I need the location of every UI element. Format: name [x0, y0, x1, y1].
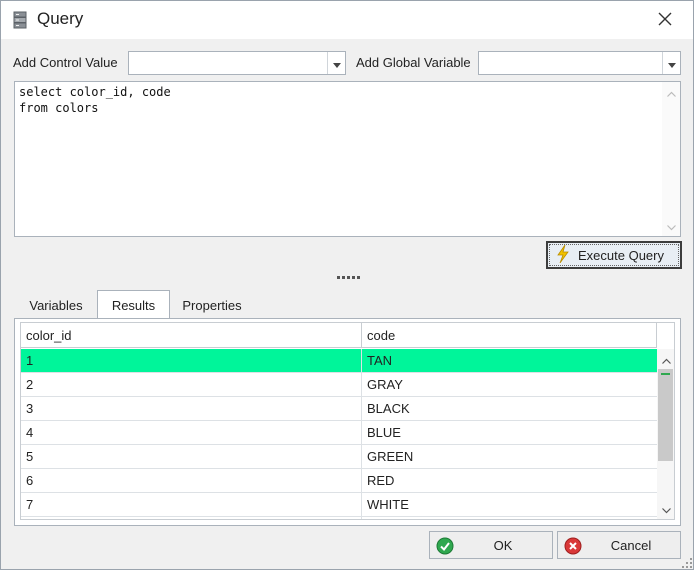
- cancel-button-label: Cancel: [610, 537, 652, 553]
- results-panel: color_id code 1 TAN 2 GRAY 3 BLACK 4 BLUE 5 GREEN…: [14, 318, 681, 526]
- table-row[interactable]: 5 GREEN: [21, 445, 657, 469]
- chevron-down-icon: [666, 219, 676, 234]
- grid-scrollbar[interactable]: [657, 349, 674, 519]
- scroll-up-arrow[interactable]: [662, 84, 680, 100]
- chevron-down-icon: [667, 56, 676, 71]
- sql-editor-scrollbar[interactable]: [662, 82, 680, 236]
- column-header-code[interactable]: code: [362, 323, 657, 348]
- cell-code[interactable]: TAN: [362, 349, 657, 372]
- ok-button[interactable]: OK: [429, 531, 553, 559]
- global-variable-label: Add Global Variable: [356, 55, 471, 70]
- query-dialog: Query Add Control Value Add Global Varia…: [0, 0, 694, 570]
- cell-color-id[interactable]: 4: [21, 421, 362, 444]
- tab-results[interactable]: Results: [97, 290, 170, 319]
- resize-grip-icon[interactable]: [681, 557, 693, 569]
- sql-text[interactable]: select color_id, code from colors: [19, 84, 171, 116]
- scroll-position-marker: [661, 373, 670, 375]
- table-row[interactable]: 8PURP: [21, 517, 657, 519]
- cell-code[interactable]: RED: [362, 469, 657, 492]
- cell-color-id[interactable]: 8: [21, 517, 362, 519]
- ok-button-label: OK: [493, 537, 513, 553]
- cell-color-id[interactable]: 3: [21, 397, 362, 420]
- cell-color-id[interactable]: 1: [21, 349, 362, 372]
- cell-color-id[interactable]: 2: [21, 373, 362, 396]
- cell-code[interactable]: WHITE: [362, 493, 657, 516]
- header-corner: [657, 323, 674, 348]
- global-variable-dropdown-button[interactable]: [662, 52, 680, 74]
- cell-color-id[interactable]: 7: [21, 493, 362, 516]
- table-row[interactable]: 1 TAN: [21, 349, 657, 373]
- chevron-up-icon: [661, 352, 671, 367]
- table-row[interactable]: 4 BLUE: [21, 421, 657, 445]
- tab-results-label: Results: [111, 297, 156, 313]
- tab-variables[interactable]: Variables: [15, 291, 97, 319]
- close-button[interactable]: [649, 5, 681, 35]
- sql-editor[interactable]: select color_id, code from colors: [14, 81, 681, 237]
- tab-variables-label: Variables: [29, 297, 83, 313]
- tab-properties-label: Properties: [182, 297, 242, 313]
- splitter-handle[interactable]: [335, 271, 361, 283]
- grid-header: color_id code: [21, 323, 674, 348]
- chevron-down-icon: [661, 502, 671, 517]
- cell-code[interactable]: BLACK: [362, 397, 657, 420]
- cell-color-id[interactable]: 6: [21, 469, 362, 492]
- cell-code[interactable]: PURP: [362, 517, 657, 519]
- control-value-label: Add Control Value: [13, 55, 118, 70]
- grid-scroll-thumb[interactable]: [658, 369, 673, 461]
- scroll-down-arrow[interactable]: [662, 218, 680, 234]
- title-bar: Query: [1, 1, 693, 39]
- grid-scroll-up-arrow[interactable]: [657, 351, 674, 367]
- cell-code[interactable]: GREEN: [362, 445, 657, 468]
- cell-code[interactable]: BLUE: [362, 421, 657, 444]
- chevron-down-icon: [332, 56, 341, 71]
- execute-query-button[interactable]: Execute Query: [546, 241, 682, 269]
- cell-code[interactable]: GRAY: [362, 373, 657, 396]
- chevron-up-icon: [666, 85, 676, 100]
- database-icon: [13, 11, 27, 29]
- global-variable-combo[interactable]: [478, 51, 681, 75]
- tab-properties[interactable]: Properties: [170, 291, 254, 319]
- execute-query-label: Execute Query: [578, 247, 664, 263]
- close-icon: [658, 12, 672, 29]
- table-row[interactable]: 6 RED: [21, 469, 657, 493]
- column-header-color-id[interactable]: color_id: [21, 323, 362, 348]
- table-row[interactable]: 7 WHITE: [21, 493, 657, 517]
- lightning-icon: [556, 244, 570, 266]
- control-value-combo[interactable]: [128, 51, 346, 75]
- grid-scroll-down-arrow[interactable]: [657, 501, 674, 517]
- grid-rows: 1TAN2GRAY3BLACK4BLUE5GREEN6RED7WHITE8PUR…: [21, 349, 657, 519]
- table-row[interactable]: 3 BLACK: [21, 397, 657, 421]
- dialog-title: Query: [37, 9, 84, 28]
- table-row[interactable]: 2 GRAY: [21, 373, 657, 397]
- results-grid[interactable]: color_id code 1 TAN 2 GRAY 3 BLACK 4 BLUE 5 GREEN…: [20, 322, 675, 520]
- control-value-dropdown-button[interactable]: [327, 52, 345, 74]
- cell-color-id[interactable]: 5: [21, 445, 362, 468]
- cancel-button[interactable]: Cancel: [557, 531, 681, 559]
